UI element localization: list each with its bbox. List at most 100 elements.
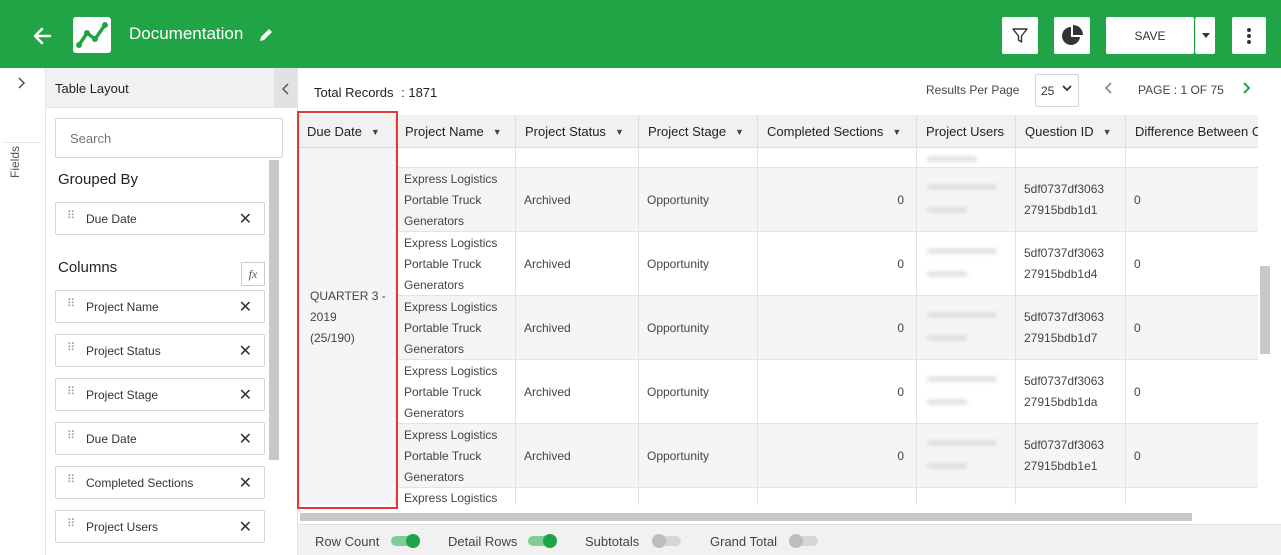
column-header[interactable]: Project Stage ▼ (639, 115, 758, 148)
table-cell (516, 488, 639, 505)
collapse-panel-button[interactable] (274, 68, 298, 108)
table-cell: Express Logistics Portable Truck Generator… (396, 360, 516, 424)
remove-icon[interactable]: ✕ (239, 473, 252, 493)
remove-icon[interactable]: ✕ (239, 341, 252, 361)
cell-text: Archived (524, 254, 571, 275)
subtotals-toggle[interactable] (652, 534, 681, 548)
back-arrow-icon[interactable] (28, 22, 56, 50)
cell-line: 5df0737df3063 (1024, 438, 1105, 452)
drag-handle-icon[interactable]: ⠿ (67, 519, 75, 530)
column-header[interactable]: Project Status ▼ (516, 115, 639, 148)
column-header[interactable]: Completed Sections ▼ (758, 115, 917, 148)
table-cell (758, 488, 917, 505)
cell-text: 5df0737df3063 27915bdb1d4 (1024, 243, 1104, 285)
cell-line: 27915bdb1e1 (1024, 459, 1098, 473)
row-count-toggle[interactable] (391, 534, 420, 548)
table-cell: Express Logistics Portable Truck Generator… (396, 168, 516, 232)
cell-text: 5df0737df3063 27915bdb1d1 (1024, 179, 1104, 221)
remove-icon[interactable]: ✕ (239, 297, 252, 317)
caret-down-icon (1201, 32, 1211, 39)
chart-button[interactable] (1054, 17, 1090, 54)
column-chip[interactable]: ⠿ Completed Sections ✕ (55, 466, 265, 499)
chip-label: Project Name (86, 300, 159, 314)
table-cell: Express Logistics Portable Truck Generator… (396, 232, 516, 296)
column-chip[interactable]: ⠿ Project Status ✕ (55, 334, 265, 367)
cell-line: Opportunity (647, 384, 710, 399)
detail-rows-label: Detail Rows (448, 534, 518, 549)
table-cell (396, 148, 516, 168)
grouped-by-chip[interactable]: ⠿ Due Date ✕ (55, 202, 265, 235)
grand-total-label: Grand Total (710, 534, 777, 549)
drag-handle-icon[interactable]: ⠿ (67, 343, 75, 354)
table-cell (639, 488, 758, 505)
column-chip[interactable]: ⠿ Due Date ✕ (55, 422, 265, 455)
search-input[interactable] (55, 118, 283, 158)
formula-button[interactable]: fx (241, 262, 265, 286)
results-per-page-select[interactable]: 25 (1035, 74, 1079, 107)
drag-handle-icon[interactable]: ⠿ (67, 299, 75, 310)
remove-icon[interactable]: ✕ (239, 209, 252, 229)
save-button[interactable]: SAVE (1106, 17, 1194, 54)
sort-caret-icon[interactable]: ▼ (615, 127, 624, 137)
grouped-by-heading: Grouped By (58, 171, 139, 188)
sort-caret-icon[interactable]: ▼ (735, 127, 744, 137)
sort-caret-icon[interactable]: ▼ (493, 127, 502, 137)
chevron-right-icon[interactable] (17, 76, 27, 93)
panel-scrollbar[interactable] (269, 160, 279, 460)
header-label: Project Name (405, 124, 484, 139)
column-header[interactable]: Project Name ▼ (396, 115, 516, 148)
filter-button[interactable] (1002, 17, 1038, 54)
save-options-dropdown[interactable] (1195, 17, 1215, 54)
vertical-scrollbar[interactable] (1260, 266, 1270, 354)
column-chip[interactable]: ⠿ Project Users ✕ (55, 510, 265, 543)
cell-text: Opportunity (647, 382, 709, 403)
total-records-label: Total Records (314, 85, 394, 100)
cell-text: Archived (524, 318, 571, 339)
cell-line: Archived (524, 256, 571, 271)
header-label: Difference Between C (1135, 124, 1258, 139)
filter-icon (1011, 27, 1029, 45)
remove-icon[interactable]: ✕ (239, 385, 252, 405)
remove-icon[interactable]: ✕ (239, 429, 252, 449)
cell-line: Portable Truck (404, 320, 482, 335)
horizontal-scrollbar[interactable] (300, 513, 1192, 521)
drag-handle-icon[interactable]: ⠿ (67, 387, 75, 398)
next-page-icon[interactable] (1242, 81, 1252, 99)
cell-text: 0 (1134, 382, 1141, 403)
cell-text: Express Logistics Portable Truck Generator… (404, 297, 497, 360)
cell-line: 27915bdb1d4 (1024, 267, 1098, 281)
edit-pencil-icon[interactable] (258, 27, 274, 43)
column-header[interactable]: Project Users (917, 115, 1016, 148)
column-header[interactable]: Question ID ▼ (1016, 115, 1126, 148)
cell-text: 5df0737df3063 27915bdb1da (1024, 371, 1104, 413)
column-chip[interactable]: ⠿ Project Stage ✕ (55, 378, 265, 411)
cell-text: Opportunity (647, 318, 709, 339)
table-cell (1126, 148, 1258, 168)
fields-panel-toggle[interactable]: Fields (0, 68, 46, 555)
detail-rows-toggle[interactable] (528, 534, 557, 548)
chevron-left-icon (281, 80, 290, 96)
column-chip[interactable]: ⠿ Project Name ✕ (55, 290, 265, 323)
cell-line: 0 (897, 192, 904, 207)
page-title: Documentation (129, 24, 244, 43)
sort-caret-icon[interactable]: ▼ (892, 127, 901, 137)
table-cell: 0 (1126, 168, 1258, 232)
drag-handle-icon[interactable]: ⠿ (67, 431, 75, 442)
report-table-area: Total Records : 1871 Results Per Page 25… (298, 68, 1281, 555)
sort-caret-icon[interactable]: ▼ (1103, 127, 1112, 137)
table-cell: Express Logistics (396, 488, 516, 505)
remove-icon[interactable]: ✕ (239, 517, 252, 537)
drag-handle-icon[interactable]: ⠿ (67, 211, 75, 222)
cell-text: Archived (524, 382, 571, 403)
column-header[interactable]: Difference Between C (1126, 115, 1258, 148)
cell-line: 0 (1134, 448, 1141, 463)
header-label: Completed Sections (767, 124, 884, 139)
drag-handle-icon[interactable]: ⠿ (67, 475, 75, 486)
fields-label: Fields (8, 145, 22, 178)
more-options-button[interactable] (1232, 17, 1266, 54)
table-cell: Express Logistics Portable Truck Generator… (396, 424, 516, 488)
cell-line: 5df0737df3063 (1024, 246, 1105, 260)
prev-page-icon[interactable] (1103, 81, 1113, 99)
grand-total-toggle[interactable] (789, 534, 818, 548)
table-cell (1126, 488, 1258, 505)
